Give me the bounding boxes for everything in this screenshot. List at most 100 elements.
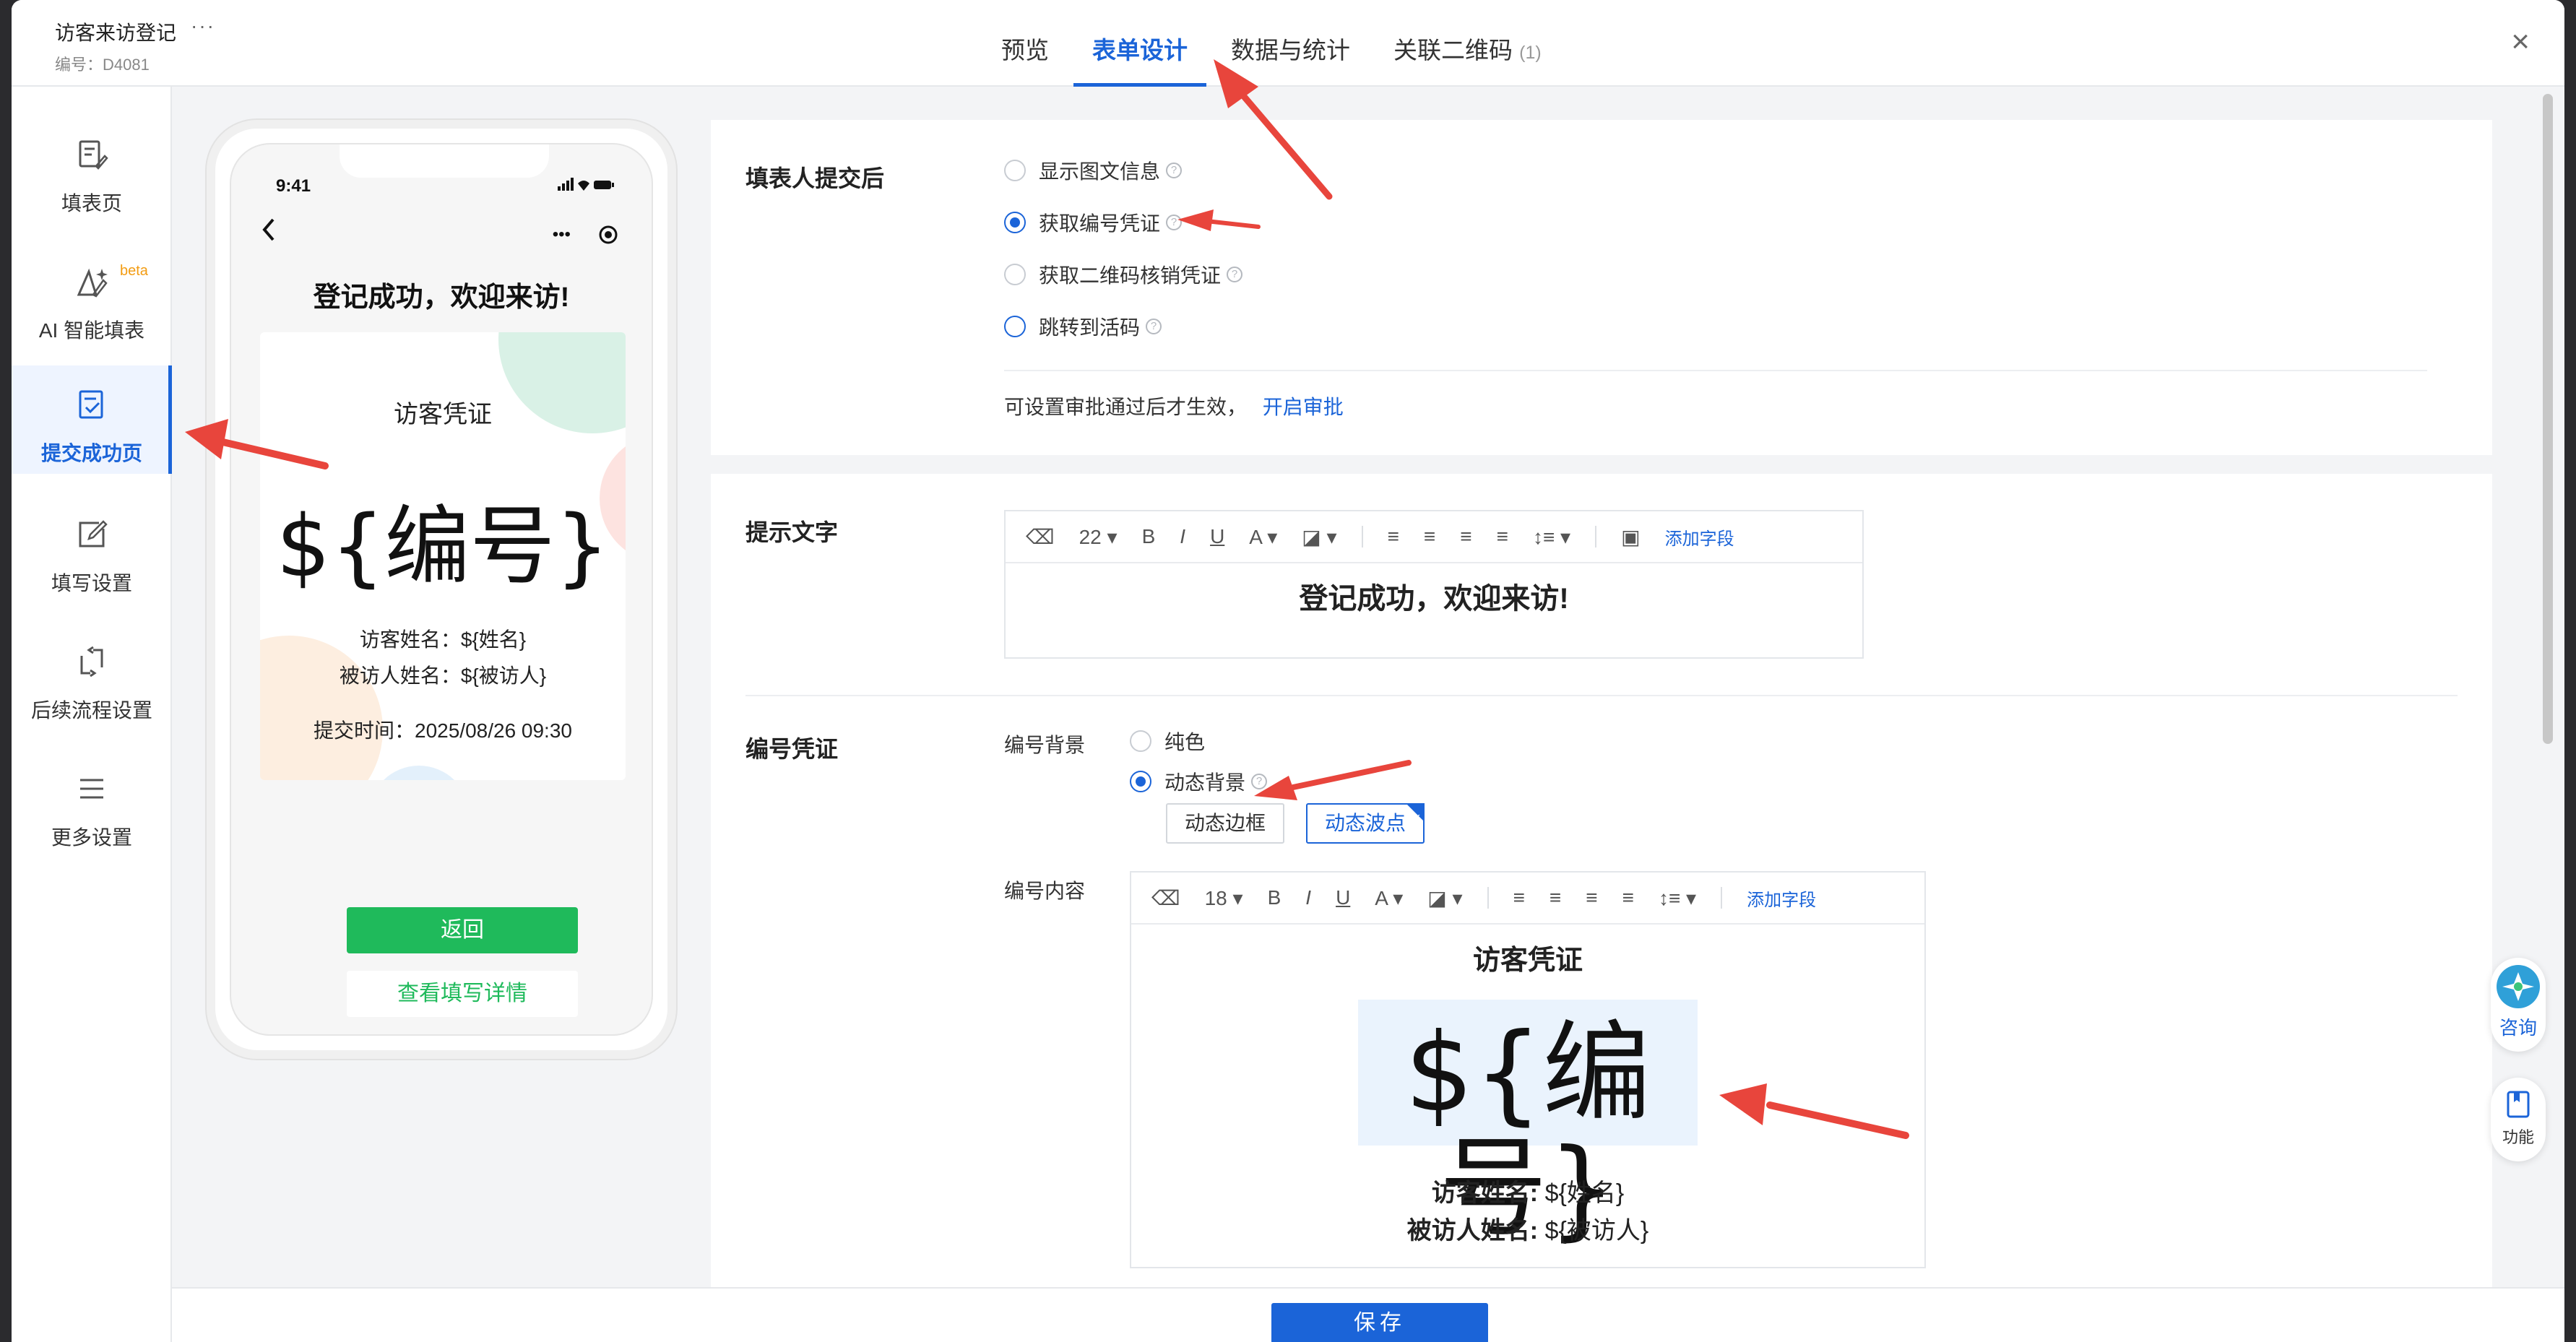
eraser-icon[interactable]: ⌫ [1151, 886, 1180, 910]
after-submit-label: 填表人提交后 [745, 165, 885, 191]
more-options-icon[interactable]: ··· [191, 14, 215, 38]
option-live-code[interactable]: 跳转到活码 ? [1004, 312, 1162, 341]
form-title[interactable]: 访客来访登记 [55, 17, 176, 46]
image-icon[interactable]: ▣ [1621, 525, 1640, 549]
sidebar-item-label: 更多设置 [51, 826, 132, 849]
option-label: 跳转到活码 [1039, 316, 1141, 339]
card-number: ${编号} [276, 496, 610, 596]
save-button[interactable]: 保存 [1271, 1303, 1488, 1342]
tab-qrcode-label: 关联二维码 [1393, 37, 1513, 64]
voucher-visitor-line[interactable]: 访客姓名: ${姓名} [1131, 1173, 1924, 1208]
option-label: 获取编号凭证 [1039, 212, 1161, 235]
style-dynamic-dots[interactable]: 动态波点 ✓ [1306, 803, 1425, 844]
decor-dot [368, 766, 470, 780]
voucher-content-editor[interactable]: ⌫ 18 ▾ B I U A ▾ ◪ ▾ ≡ ≡ ≡ ≡ ↕≡ ▾ 添加字段 访… [1130, 871, 1926, 1268]
after-submit-panel: 填表人提交后 显示图文信息 ? 获取编号凭证 ? 获取二维码核销凭证 ? 跳转到… [711, 120, 2492, 455]
enable-approval-link[interactable]: 开启审批 [1263, 396, 1344, 418]
align-left-icon[interactable]: ≡ [1513, 886, 1525, 909]
sidebar-item-form-page[interactable]: 填表页 [12, 116, 172, 224]
underline-icon[interactable]: U [1210, 525, 1224, 548]
bold-icon[interactable]: B [1142, 525, 1156, 548]
radio-button[interactable] [1130, 730, 1151, 752]
help-icon[interactable]: ? [1166, 215, 1183, 230]
line-height-icon[interactable]: ↕≡ ▾ [1533, 525, 1570, 549]
close-icon[interactable]: × [2511, 26, 2530, 58]
font-color-icon[interactable]: A ▾ [1249, 525, 1277, 549]
bg-label: 编号背景 [1004, 734, 1086, 756]
radio-button-checked[interactable] [1130, 771, 1151, 792]
voucher-host-line[interactable]: 被访人姓名: ${被访人} [1131, 1211, 1924, 1246]
more-dots-icon[interactable]: ••• [553, 225, 571, 245]
visitor-value: ${姓名} [1544, 1179, 1625, 1207]
italic-icon[interactable]: I [1305, 886, 1311, 909]
left-sidebar: 填表页 beta AI 智能填表 提交成功页 填写设置 后续流程设置 更多设置 [12, 87, 172, 1342]
scrollbar-thumb[interactable] [2543, 94, 2553, 744]
font-color-icon[interactable]: A ▾ [1375, 886, 1403, 910]
help-icon[interactable]: ? [1251, 774, 1268, 789]
phone-back-button[interactable]: 返回 [347, 907, 578, 953]
radio-button-checked[interactable] [1004, 212, 1026, 233]
miniapp-capsule[interactable]: ••• [539, 217, 633, 253]
help-icon[interactable]: ? [1146, 319, 1162, 334]
top-header: 访客来访登记 ··· 编号：D4081 预览 表单设计 数据与统计 关联二维码 … [12, 0, 2564, 87]
radio-button[interactable] [1004, 160, 1026, 181]
tab-qrcode-count: (1) [1519, 43, 1542, 63]
consult-button[interactable]: 咨询 [2491, 958, 2546, 1052]
tip-text-editor[interactable]: ⌫ 22 ▾ B I U A ▾ ◪ ▾ ≡ ≡ ≡ ≡ ↕≡ ▾ ▣ 添加字段… [1004, 510, 1864, 659]
sidebar-item-label: AI 智能填表 [38, 319, 145, 342]
tab-preview[interactable]: 预览 [980, 0, 1071, 87]
tab-data-stats[interactable]: 数据与统计 [1209, 0, 1372, 87]
tab-qrcode[interactable]: 关联二维码 (1) [1372, 0, 1563, 87]
card-submit-time: 提交时间：2025/08/26 09:30 [314, 719, 572, 742]
style-dynamic-border[interactable]: 动态边框 [1166, 803, 1284, 844]
option-qrcode-voucher[interactable]: 获取二维码核销凭证 ? [1004, 260, 1243, 289]
host-label: 被访人姓名: [1406, 1217, 1539, 1244]
align-justify-icon[interactable]: ≡ [1497, 525, 1508, 548]
align-justify-icon[interactable]: ≡ [1622, 886, 1634, 909]
sidebar-item-more-settings[interactable]: 更多设置 [12, 750, 172, 858]
tip-text-content[interactable]: 登记成功，欢迎来访! [1006, 575, 1862, 617]
option-number-voucher[interactable]: 获取编号凭证 ? [1004, 208, 1183, 237]
bold-icon[interactable]: B [1268, 886, 1281, 909]
font-size-select[interactable]: 22 ▾ [1079, 525, 1118, 549]
sidebar-item-success-page[interactable]: 提交成功页 [12, 365, 172, 474]
radio-button[interactable] [1004, 316, 1026, 337]
italic-icon[interactable]: I [1180, 525, 1185, 548]
signal-wifi-battery-icon [558, 178, 614, 191]
target-close-icon[interactable] [597, 224, 619, 246]
option-solid-bg[interactable]: 纯色 [1130, 727, 1205, 756]
eraser-icon[interactable]: ⌫ [1026, 525, 1055, 549]
font-size-select[interactable]: 18 ▾ [1205, 886, 1243, 910]
tab-form-design[interactable]: 表单设计 [1071, 0, 1209, 87]
feature-button[interactable]: 功能 [2491, 1078, 2546, 1161]
sidebar-item-flow-settings[interactable]: 后续流程设置 [12, 623, 172, 731]
line-height-icon[interactable]: ↕≡ ▾ [1659, 886, 1696, 910]
highlight-icon[interactable]: ◪ ▾ [1302, 525, 1336, 549]
sidebar-item-label: 提交成功页 [40, 442, 142, 464]
font-size-value: 18 [1204, 886, 1227, 909]
toolbar-separator [1721, 887, 1723, 909]
align-right-icon[interactable]: ≡ [1586, 886, 1597, 909]
voucher-content-title[interactable]: 访客凭证 [1131, 938, 1924, 977]
option-dynamic-bg[interactable]: 动态背景 ? [1130, 767, 1268, 796]
number-highlight[interactable]: ${编号} [1358, 1000, 1698, 1247]
radio-button[interactable] [1004, 264, 1026, 285]
align-center-icon[interactable]: ≡ [1550, 886, 1561, 909]
check-icon: ✓ [1412, 813, 1422, 825]
underline-icon[interactable]: U [1336, 886, 1350, 909]
help-icon[interactable]: ? [1227, 267, 1243, 282]
back-chevron-icon[interactable] [260, 217, 277, 250]
sidebar-item-ai-fill[interactable]: beta AI 智能填表 [12, 243, 172, 351]
phone-detail-button[interactable]: 查看填写详情 [347, 971, 578, 1017]
align-left-icon[interactable]: ≡ [1388, 525, 1399, 548]
add-field-link[interactable]: 添加字段 [1747, 886, 1816, 911]
highlight-icon[interactable]: ◪ ▾ [1427, 886, 1462, 910]
help-icon[interactable]: ? [1166, 163, 1183, 178]
option-show-content[interactable]: 显示图文信息 ? [1004, 156, 1183, 185]
add-field-link[interactable]: 添加字段 [1665, 524, 1734, 550]
align-center-icon[interactable]: ≡ [1424, 525, 1435, 548]
align-right-icon[interactable]: ≡ [1460, 525, 1471, 548]
phone-preview: 9:41 ••• 登记成功，欢迎来访! 访客凭证 ${编号} 访客姓名：${姓名… [207, 120, 676, 1059]
option-label: 显示图文信息 [1039, 160, 1161, 183]
sidebar-item-fill-settings[interactable]: 填写设置 [12, 495, 172, 604]
